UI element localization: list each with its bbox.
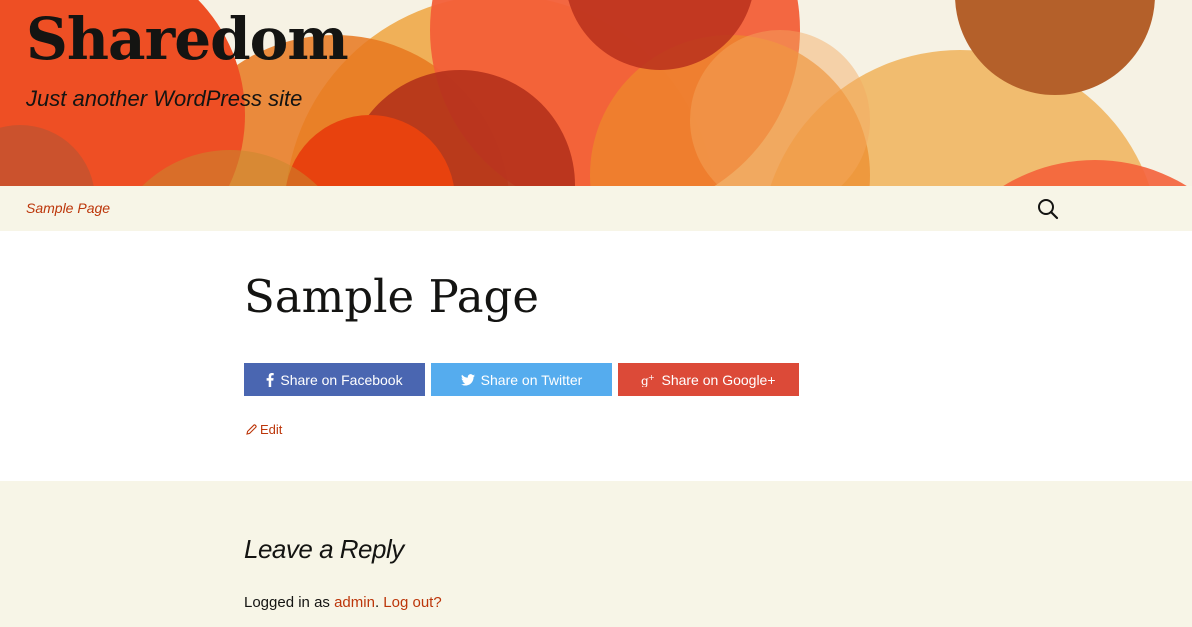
logout-link[interactable]: Log out? [383, 594, 441, 611]
nav-item-sample-page[interactable]: Sample Page [26, 200, 110, 216]
share-facebook-label: Share on Facebook [280, 371, 403, 388]
site-title[interactable]: Sharedom [26, 7, 349, 72]
site-header: Sharedom Just another WordPress site [0, 0, 1192, 186]
profile-link[interactable]: admin [334, 594, 375, 611]
site-description: Just another WordPress site [26, 86, 303, 111]
page-title: Sample Page [244, 270, 539, 323]
pencil-icon [246, 424, 257, 435]
share-google-plus-label: Share on Google+ [661, 371, 776, 388]
reply-title: Leave a Reply [244, 534, 404, 564]
share-twitter-button[interactable]: Share on Twitter [431, 363, 612, 396]
comments-area [0, 481, 1192, 627]
edit-link[interactable]: Edit [246, 422, 282, 437]
edit-label: Edit [260, 422, 283, 437]
share-google-plus-button[interactable]: g + Share on Google+ [618, 363, 799, 396]
svg-text:+: + [648, 373, 655, 382]
logged-in-text: Logged in as admin. Log out? [244, 594, 442, 611]
facebook-icon [266, 372, 275, 387]
search-icon[interactable] [1034, 196, 1060, 222]
share-facebook-button[interactable]: Share on Facebook [244, 363, 425, 396]
main-navigation: Sample Page [0, 186, 1192, 231]
twitter-icon [460, 373, 475, 386]
google-plus-icon: g + [641, 373, 655, 387]
share-twitter-label: Share on Twitter [480, 371, 583, 388]
logged-in-prefix: Logged in as [244, 594, 335, 611]
